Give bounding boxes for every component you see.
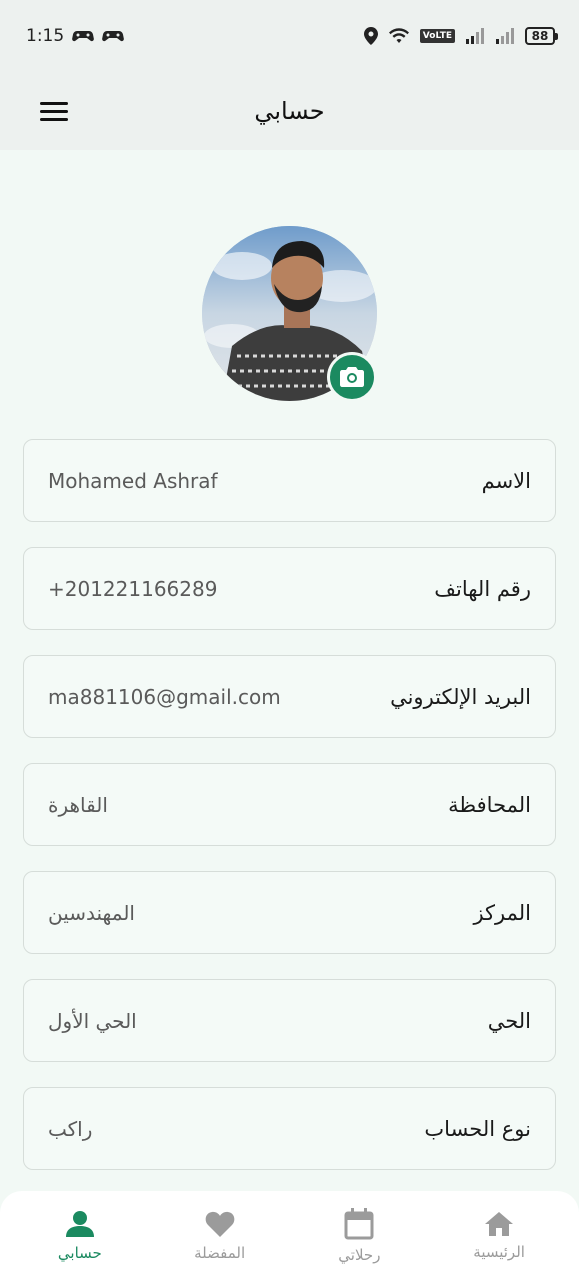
field-value: Mohamed Ashraf bbox=[48, 468, 218, 493]
nav-label: حسابي bbox=[57, 1243, 102, 1262]
field-value: القاهرة bbox=[48, 792, 108, 817]
wifi-icon bbox=[388, 27, 410, 45]
profile-avatar-section bbox=[202, 226, 377, 402]
page-title: حسابي bbox=[254, 97, 325, 125]
field-label: المركز bbox=[473, 900, 531, 925]
field-label: رقم الهاتف bbox=[434, 576, 531, 601]
field-phone[interactable]: رقم الهاتف +201221166289 bbox=[23, 547, 556, 630]
volte-badge: VoLTE bbox=[419, 29, 455, 43]
nav-favorites[interactable]: المفضلة bbox=[160, 1210, 280, 1262]
app-bar: حسابي bbox=[0, 72, 579, 150]
nav-home[interactable]: الرئيسية bbox=[439, 1211, 559, 1261]
status-time: 1:15 bbox=[26, 26, 65, 46]
location-icon bbox=[363, 27, 378, 45]
field-value: راكب bbox=[48, 1116, 93, 1141]
field-label: الاسم bbox=[481, 468, 531, 493]
calendar-icon bbox=[344, 1207, 374, 1239]
game-controller-icon bbox=[72, 28, 95, 44]
signal-icon bbox=[465, 28, 485, 44]
camera-icon bbox=[340, 367, 364, 387]
menu-icon bbox=[40, 101, 68, 105]
menu-button[interactable] bbox=[40, 96, 70, 126]
field-label: نوع الحساب bbox=[424, 1116, 531, 1141]
nav-my-trips[interactable]: رحلاتي bbox=[299, 1207, 419, 1264]
field-governorate[interactable]: المحافظة القاهرة bbox=[23, 763, 556, 846]
field-label: المحافظة bbox=[448, 792, 531, 817]
heart-icon bbox=[205, 1211, 234, 1237]
field-value: +201221166289 bbox=[48, 576, 218, 601]
field-value: الحي الأول bbox=[48, 1008, 137, 1033]
status-bar: 1:15 VoLTE 88 bbox=[0, 0, 579, 72]
game-controller-icon bbox=[102, 28, 125, 44]
battery-indicator: 88 bbox=[525, 27, 558, 45]
change-photo-button[interactable] bbox=[327, 352, 377, 402]
nav-label: رحلاتي bbox=[338, 1245, 381, 1264]
field-account-type[interactable]: نوع الحساب راكب bbox=[23, 1087, 556, 1170]
nav-label: الرئيسية bbox=[473, 1242, 525, 1261]
nav-label: المفضلة bbox=[194, 1243, 246, 1262]
bottom-navigation: الرئيسية رحلاتي المفضلة حسابي bbox=[0, 1191, 579, 1280]
field-center[interactable]: المركز المهندسين bbox=[23, 871, 556, 954]
field-value: ma881106@gmail.com bbox=[48, 684, 281, 709]
field-label: البريد الإلكتروني bbox=[390, 684, 531, 709]
field-name[interactable]: الاسم Mohamed Ashraf bbox=[23, 439, 556, 522]
profile-fields: الاسم Mohamed Ashraf رقم الهاتف +2012211… bbox=[23, 439, 556, 1195]
field-label: الحي bbox=[487, 1008, 531, 1033]
status-right: VoLTE 88 bbox=[363, 27, 558, 45]
field-email[interactable]: البريد الإلكتروني ma881106@gmail.com bbox=[23, 655, 556, 738]
field-value: المهندسين bbox=[48, 900, 135, 925]
home-icon bbox=[485, 1211, 514, 1236]
person-icon bbox=[65, 1210, 94, 1237]
signal-icon bbox=[495, 28, 515, 44]
status-left: 1:15 bbox=[26, 26, 125, 46]
field-district[interactable]: الحي الحي الأول bbox=[23, 979, 556, 1062]
nav-my-account[interactable]: حسابي bbox=[20, 1210, 140, 1262]
